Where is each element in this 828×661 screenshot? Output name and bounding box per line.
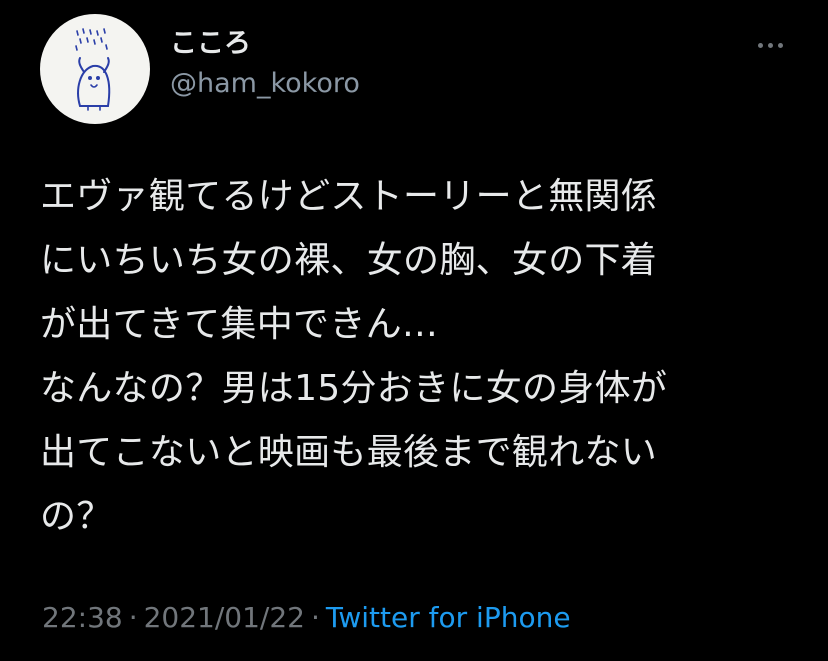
- tweet-time[interactable]: 22:38: [42, 601, 123, 634]
- tweet-date[interactable]: 2021/01/22: [144, 601, 305, 634]
- hamster-doodle-avatar-icon: [75, 28, 111, 111]
- meta-separator: ·: [128, 601, 138, 634]
- tweet: こころ @ham_kokoro エヴァ観てるけどストーリーと無関係 にいちいち女…: [0, 0, 828, 661]
- more-dot: [777, 42, 783, 48]
- more-dot: [767, 42, 773, 48]
- tweet-source-link[interactable]: Twitter for iPhone: [326, 601, 571, 634]
- more-dot: [757, 42, 763, 48]
- tweet-meta: 22:38 · 2021/01/22 · Twitter for iPhone: [42, 598, 571, 638]
- avatar[interactable]: [40, 14, 150, 124]
- user-handle[interactable]: @ham_kokoro: [170, 66, 360, 102]
- display-name[interactable]: こころ: [170, 26, 251, 62]
- meta-separator: ·: [311, 601, 320, 634]
- more-options-icon[interactable]: [748, 30, 792, 60]
- tweet-text: エヴァ観てるけどストーリーと無関係 にいちいち女の裸、女の胸、女の下着 が出てき…: [40, 176, 668, 537]
